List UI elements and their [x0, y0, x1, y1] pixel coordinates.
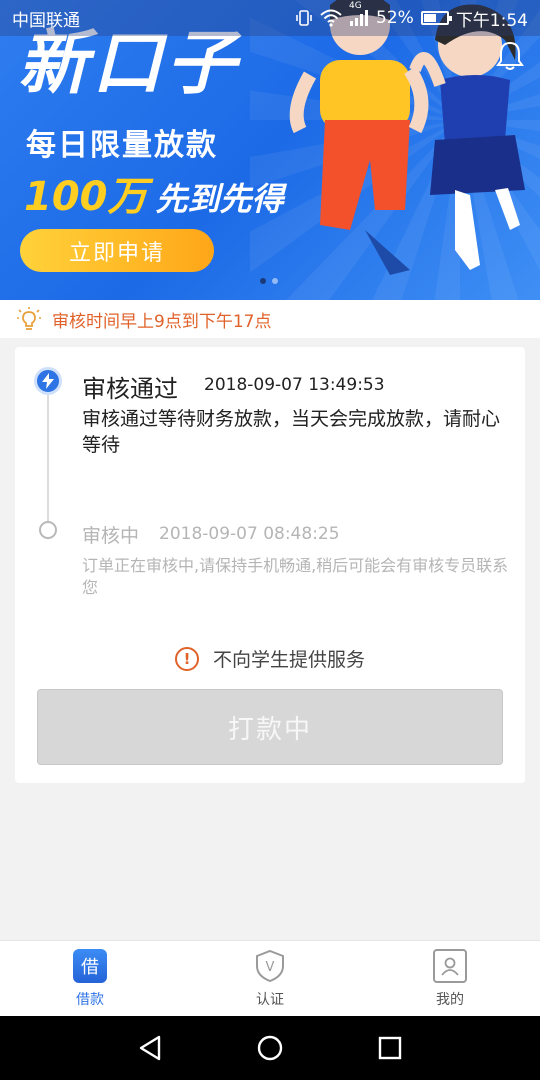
carousel-dot-1[interactable]: [260, 278, 266, 284]
banner-title: 新口子: [18, 22, 240, 104]
student-warning-text: 不向学生提供服务: [212, 649, 365, 671]
system-nav-bar: [0, 1016, 540, 1080]
loan-status-card: 审核通过 2018-09-07 13:49:53 审核通过等待财务放款，当天会完…: [15, 347, 525, 783]
step-pending-marker: [39, 521, 57, 539]
wifi-icon: [320, 9, 342, 27]
paying-button[interactable]: 打款中: [37, 689, 503, 765]
clock: 下午1:54: [455, 10, 528, 31]
vibrate-icon: [295, 9, 313, 27]
status-bar: 中国联通 4G 52% 下午1:54: [0, 0, 540, 36]
review-hours-text: 审核时间早上9点到下午17点: [52, 311, 272, 332]
step-approved-desc: 审核通过等待财务放款，当天会完成放款，请耐心等待: [82, 408, 501, 456]
network-type: 4G: [349, 1, 362, 11]
bell-icon[interactable]: [496, 40, 524, 70]
user-icon: [433, 949, 467, 983]
home-icon[interactable]: [255, 1033, 285, 1063]
tab-mine-label: 我的: [436, 992, 464, 1008]
battery-icon: [420, 11, 452, 25]
banner-amount: 100万: [24, 174, 148, 220]
step-reviewing-title: 审核中: [82, 525, 140, 547]
tab-verify-label: 认证: [256, 992, 284, 1008]
step-reviewing-time: 2018-09-07 08:48:25: [159, 524, 340, 544]
step-reviewing-desc: 订单正在审核中,请保持手机畅通,稍后可能会有审核专员联系您: [82, 556, 509, 598]
signal-icon: 4G: [349, 1, 369, 27]
back-icon[interactable]: [135, 1033, 165, 1063]
tab-mine[interactable]: 我的: [360, 941, 540, 1016]
lightning-icon: [34, 367, 62, 395]
banner-subtitle: 每日限量放款: [26, 128, 218, 163]
tab-borrow[interactable]: 借 借款: [0, 941, 180, 1016]
warning-icon: !: [174, 646, 199, 671]
apply-now-button[interactable]: 立即申请: [20, 229, 214, 272]
student-warning: ! 不向学生提供服务: [15, 645, 525, 672]
bottom-nav: 借 借款 V 认证 我的: [0, 940, 540, 1016]
tab-verify[interactable]: V 认证: [180, 941, 360, 1016]
carousel-indicator: [260, 278, 278, 284]
recent-apps-icon[interactable]: [375, 1033, 405, 1063]
review-hours-notice: 审核时间早上9点到下午17点: [0, 300, 540, 338]
borrow-icon: 借: [73, 949, 107, 983]
timeline-line: [47, 383, 49, 523]
promo-banner[interactable]: 新口子 每日限量放款 100万 先到先得 立即申请: [0, 0, 540, 300]
carrier-name: 中国联通: [12, 10, 80, 31]
step-approved-time: 2018-09-07 13:49:53: [204, 375, 385, 395]
lightbulb-icon: [17, 307, 41, 330]
battery-percent: 52%: [376, 8, 414, 28]
shield-icon: V: [256, 949, 284, 983]
shield-letter: V: [266, 960, 275, 975]
tab-borrow-label: 借款: [76, 992, 104, 1008]
banner-offer-text: 先到先得: [155, 180, 284, 218]
step-approved-title: 审核通过: [82, 375, 178, 403]
banner-offer: 100万 先到先得: [24, 164, 284, 222]
carousel-dot-2[interactable]: [272, 278, 278, 284]
